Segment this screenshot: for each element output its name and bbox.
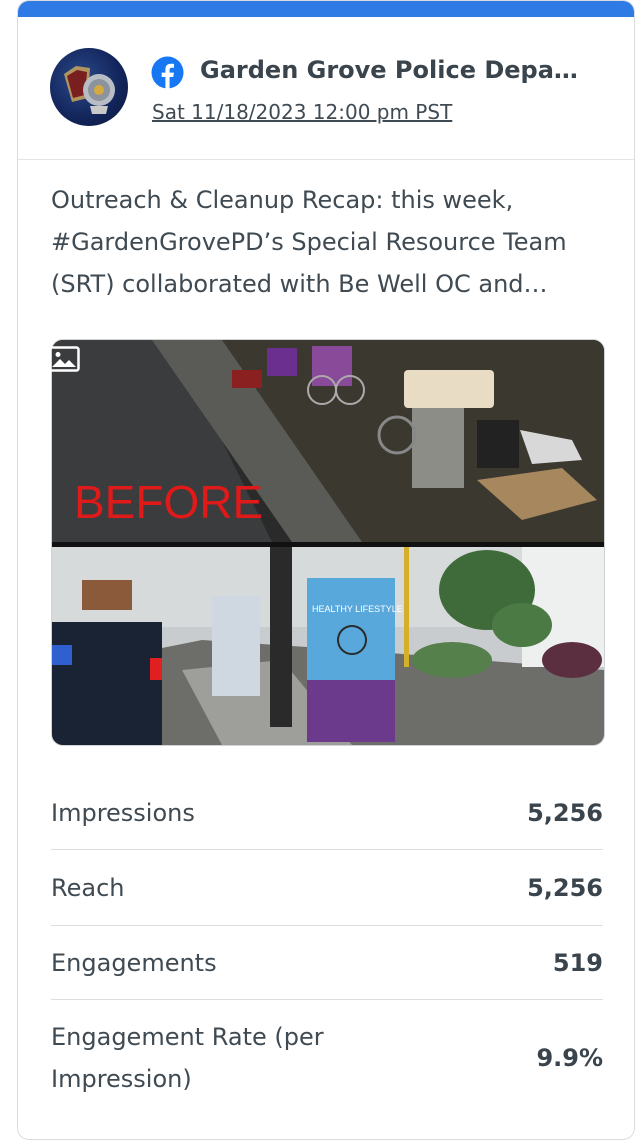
stat-row-impressions: Impressions 5,256 — [51, 776, 603, 850]
page-name[interactable]: Garden Grove Police Depa… — [200, 53, 620, 87]
post-date-link[interactable]: Sat 11/18/2023 12:00 pm PST — [152, 97, 452, 127]
stat-row-engagement-rate: Engagement Rate (per Impression) 9.9% — [51, 1000, 603, 1115]
card-accent-bar — [18, 1, 634, 17]
post-header: Garden Grove Police Depa… Sat 11/18/2023… — [18, 17, 634, 160]
image-icon — [48, 346, 80, 372]
avatar[interactable] — [50, 48, 128, 126]
police-badge-logo — [64, 66, 115, 114]
before-overlay-text: BEFORE — [74, 476, 263, 528]
stat-value: 9.9% — [536, 1043, 603, 1072]
stat-value: 519 — [552, 948, 603, 977]
before-after-photo: BEFORE HEALTHY LIFESTYLE — [52, 340, 604, 745]
stat-row-reach: Reach 5,256 — [51, 850, 603, 926]
stat-label: Engagement Rate (per Impression) — [51, 1022, 324, 1093]
stat-value: 5,256 — [527, 873, 603, 902]
post-image[interactable]: BEFORE HEALTHY LIFESTYLE — [51, 339, 605, 746]
post-stats: Impressions 5,256 Reach 5,256 Engagement… — [51, 776, 603, 1115]
stat-label: Impressions — [51, 798, 195, 827]
post-card: Garden Grove Police Depa… Sat 11/18/2023… — [17, 0, 635, 1140]
stat-row-engagements: Engagements 519 — [51, 926, 603, 1000]
healthy-lifestyle-text: HEALTHY LIFESTYLE — [312, 604, 403, 614]
post-text: Outreach & Cleanup Recap: this week, #Ga… — [51, 186, 567, 298]
facebook-icon — [151, 56, 184, 89]
stat-value: 5,256 — [527, 798, 603, 827]
stat-label: Reach — [51, 873, 125, 902]
stat-label: Engagements — [51, 948, 217, 977]
